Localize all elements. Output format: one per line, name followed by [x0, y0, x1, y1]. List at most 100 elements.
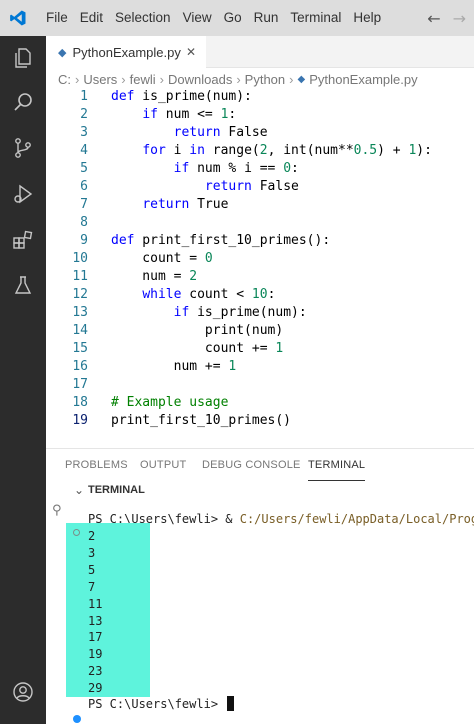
chevron-right-icon: › [289, 71, 294, 87]
terminal-output-line: 2 [88, 529, 96, 543]
menu-bar: File Edit Selection View Go Run Terminal… [40, 0, 387, 36]
pin-icon[interactable]: ⚲ [52, 503, 62, 518]
code-line[interactable]: 12 while count < 10: [46, 286, 474, 304]
tab-terminal[interactable]: TERMINAL [308, 449, 366, 481]
source-control-icon[interactable] [0, 128, 46, 168]
code-line[interactable]: 17 [46, 376, 474, 394]
line-number: 7 [80, 197, 88, 212]
breadcrumb: C: › Users › fewli › Downloads › Python … [58, 68, 418, 90]
terminal-output-line: 19 [88, 647, 103, 662]
code-text: if num % i == 0: [173, 161, 299, 176]
menu-view[interactable]: View [177, 0, 218, 36]
code-line[interactable]: 5 if num % i == 0: [46, 160, 474, 178]
code-text: if num <= 1: [142, 107, 237, 122]
tab-debug-console[interactable]: DEBUG CONSOLE [202, 449, 301, 481]
menu-help[interactable]: Help [347, 0, 387, 36]
code-line[interactable]: 10 count = 0 [46, 250, 474, 268]
tab-problems[interactable]: PROBLEMS [65, 449, 128, 481]
terminal-section-header[interactable]: TERMINAL [88, 484, 145, 496]
code-text: def is_prime(num): [111, 89, 252, 104]
tab-output[interactable]: OUTPUT [140, 449, 186, 481]
account-icon[interactable] [0, 672, 46, 712]
code-text: count = 0 [111, 251, 213, 266]
code-line[interactable]: 6 return False [46, 178, 474, 196]
terminal-prompt-line[interactable]: PS C:\Users\fewli> [88, 696, 235, 713]
line-number: 8 [80, 215, 88, 230]
code-line[interactable]: 8 [46, 214, 474, 232]
code-line[interactable]: 3 return False [46, 124, 474, 142]
command-decoration-dot-icon[interactable] [73, 715, 81, 723]
output-highlight [66, 523, 150, 697]
code-line[interactable]: 4 for i in range(2, int(num**0.5) + 1): [46, 142, 474, 160]
menu-run[interactable]: Run [248, 0, 285, 36]
testing-icon[interactable] [0, 266, 46, 306]
close-tab-icon[interactable]: ✕ [186, 45, 196, 59]
code-line[interactable]: 15 count += 1 [46, 340, 474, 358]
terminal-output-line: 3 [88, 545, 96, 560]
line-number: 4 [80, 143, 88, 158]
breadcrumb-python[interactable]: Python [245, 72, 285, 87]
command-status-circle-icon[interactable] [73, 529, 80, 536]
line-number: 13 [72, 305, 88, 320]
terminal-output-line: 5 [88, 562, 96, 577]
code-line[interactable]: 1 def is_prime(num): [46, 88, 474, 106]
code-text: while count < 10: [142, 287, 276, 302]
code-text: num = 2 [111, 269, 198, 284]
code-line[interactable]: 13 if is_prime(num): [46, 304, 474, 322]
code-line[interactable]: 18 # Example usage [46, 394, 474, 412]
breadcrumb-downloads[interactable]: Downloads [168, 72, 232, 87]
menu-terminal[interactable]: Terminal [284, 0, 347, 36]
menu-file[interactable]: File [40, 0, 74, 36]
code-text: return False [204, 179, 299, 194]
line-number: 5 [80, 161, 88, 176]
code-line[interactable]: 11 num = 2 [46, 268, 474, 286]
title-bar: File Edit Selection View Go Run Terminal… [0, 0, 474, 36]
code-line[interactable]: 2 if num <= 1: [46, 106, 474, 124]
terminal-cursor [227, 696, 235, 711]
breadcrumb-fewli[interactable]: fewli [130, 72, 156, 87]
terminal-command-path: C:/Users/fewli/AppData/Local/Progra [239, 512, 474, 526]
chevron-down-icon[interactable]: ⌄ [74, 483, 84, 497]
code-line[interactable]: 19 print_first_10_primes() [46, 412, 474, 430]
code-text: print(num) [111, 323, 284, 338]
menu-edit[interactable]: Edit [74, 0, 109, 36]
panel-tab-bar: PROBLEMS OUTPUT DEBUG CONSOLE TERMINAL [46, 449, 474, 481]
line-number: 19 [72, 413, 88, 428]
search-icon[interactable] [0, 82, 46, 122]
line-number: 10 [72, 251, 88, 266]
terminal-panel[interactable]: ⌄ TERMINAL ⚲ PS C:\Users\fewli> & C:/Use… [46, 481, 474, 724]
extensions-icon[interactable] [0, 220, 46, 260]
tab-label: PythonExample.py [72, 44, 181, 60]
code-text: def print_first_10_primes(): [111, 233, 331, 248]
line-number: 9 [80, 233, 88, 248]
back-arrow-icon[interactable]: ← [427, 9, 440, 28]
tab-python-example[interactable]: ◆ PythonExample.py ✕ [46, 36, 206, 68]
code-text: return True [142, 197, 229, 212]
terminal-output-line: 11 [88, 596, 103, 611]
explorer-icon[interactable] [0, 38, 46, 78]
activity-bar [0, 36, 46, 724]
line-number: 12 [72, 287, 88, 302]
code-text: # Example usage [111, 395, 229, 410]
menu-selection[interactable]: Selection [109, 0, 177, 36]
run-debug-icon[interactable] [0, 174, 46, 214]
breadcrumb-drive[interactable]: C: [58, 72, 71, 87]
vscode-logo-icon [4, 0, 32, 36]
breadcrumb-users[interactable]: Users [83, 72, 117, 87]
terminal-output-line: 23 [88, 664, 103, 679]
breadcrumb-file[interactable]: PythonExample.py [309, 72, 417, 87]
code-line[interactable]: 9 def print_first_10_primes(): [46, 232, 474, 250]
chevron-right-icon: › [159, 71, 164, 87]
line-number: 16 [72, 359, 88, 374]
python-file-icon: ◆ [297, 73, 306, 85]
forward-arrow-icon[interactable]: → [453, 9, 466, 28]
code-line[interactable]: 7 return True [46, 196, 474, 214]
terminal-output-line: 29 [88, 681, 103, 696]
code-line[interactable]: 14 print(num) [46, 322, 474, 340]
code-line[interactable]: 16 num += 1 [46, 358, 474, 376]
code-editor[interactable]: 1 def is_prime(num): 2 if num <= 1: 3 retur… [46, 88, 474, 448]
code-text: num += 1 [111, 359, 237, 374]
line-number: 17 [72, 377, 88, 392]
chevron-right-icon: › [236, 71, 241, 87]
menu-go[interactable]: Go [218, 0, 248, 36]
